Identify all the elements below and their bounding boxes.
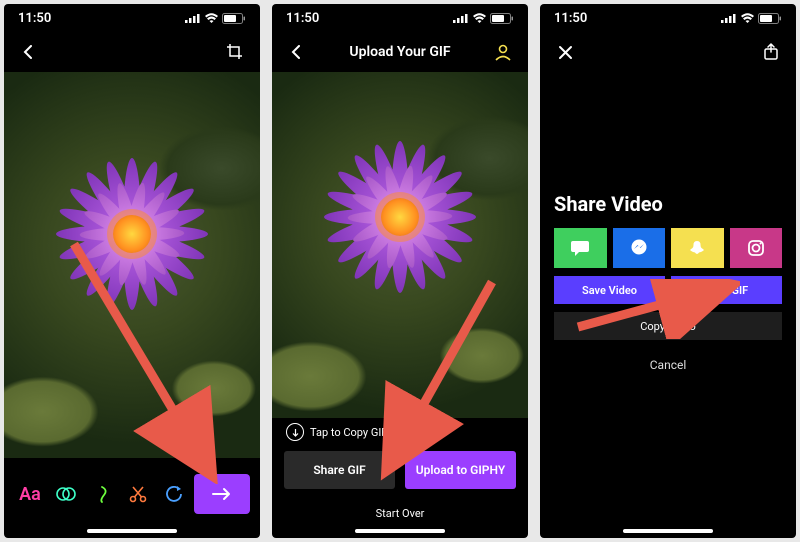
draw-tool[interactable] — [86, 474, 118, 514]
battery-icon — [490, 13, 514, 24]
tap-to-copy[interactable]: Tap to Copy GIF — [284, 418, 516, 451]
back-icon[interactable] — [286, 41, 308, 63]
close-icon[interactable] — [554, 41, 576, 63]
image-preview[interactable] — [4, 72, 260, 458]
share-gif-button[interactable]: Share GIF — [284, 451, 395, 489]
status-bar: 11:50 — [540, 4, 796, 32]
upload-giphy-button[interactable]: Upload to GIPHY — [405, 451, 516, 489]
wifi-icon — [472, 13, 487, 24]
signal-icon — [185, 13, 201, 23]
home-indicator — [623, 529, 713, 533]
top-bar: Upload Your GIF — [272, 32, 528, 72]
status-indicators — [721, 13, 782, 24]
gif-preview[interactable] — [272, 72, 528, 418]
share-instagram[interactable] — [730, 228, 783, 268]
status-bar: 11:50 — [4, 4, 260, 32]
status-time: 11:50 — [286, 11, 319, 26]
signal-icon — [453, 13, 469, 23]
battery-icon — [222, 13, 246, 24]
wifi-icon — [740, 13, 755, 24]
status-time: 11:50 — [18, 11, 51, 26]
screen-share: 11:50 Share Video Save Video Save GIF Co… — [540, 4, 796, 538]
signal-icon — [721, 13, 737, 23]
cancel-button[interactable]: Cancel — [554, 358, 782, 372]
screen-editor: 11:50 Aa — [4, 4, 260, 538]
share-messenger[interactable] — [613, 228, 666, 268]
share-sheet: Share Video Save Video Save GIF Copy Vid… — [540, 72, 796, 538]
next-button[interactable] — [194, 474, 250, 514]
screen-upload: 11:50 Upload Your GIF Tap to Copy GIF Sh… — [272, 4, 528, 538]
share-messages[interactable] — [554, 228, 607, 268]
copy-icon — [286, 423, 304, 441]
battery-icon — [758, 13, 782, 24]
top-bar — [540, 32, 796, 72]
save-video-button[interactable]: Save Video — [554, 276, 665, 304]
editor-toolbar: Aa — [4, 458, 260, 538]
sticker-tool[interactable] — [50, 474, 82, 514]
home-indicator — [87, 529, 177, 533]
crop-icon[interactable] — [224, 41, 246, 63]
text-tool[interactable]: Aa — [14, 474, 46, 514]
back-icon[interactable] — [18, 41, 40, 63]
profile-icon[interactable] — [492, 41, 514, 63]
page-title: Upload Your GIF — [308, 44, 492, 60]
save-gif-button[interactable]: Save GIF — [671, 276, 782, 304]
start-over-button[interactable]: Start Over — [284, 489, 516, 528]
top-bar — [4, 32, 260, 72]
status-indicators — [453, 13, 514, 24]
share-icon[interactable] — [760, 41, 782, 63]
wifi-icon — [204, 13, 219, 24]
status-time: 11:50 — [554, 11, 587, 26]
home-indicator — [355, 529, 445, 533]
status-bar: 11:50 — [272, 4, 528, 32]
status-indicators — [185, 13, 246, 24]
copy-video-button[interactable]: Copy Video — [554, 312, 782, 340]
share-targets — [554, 228, 782, 268]
loop-tool[interactable] — [158, 474, 190, 514]
tap-copy-label: Tap to Copy GIF — [310, 426, 387, 439]
upload-actions: Tap to Copy GIF Share GIF Upload to GIPH… — [272, 418, 528, 538]
share-snapchat[interactable] — [671, 228, 724, 268]
trim-tool[interactable] — [122, 474, 154, 514]
share-title: Share Video — [554, 192, 782, 216]
